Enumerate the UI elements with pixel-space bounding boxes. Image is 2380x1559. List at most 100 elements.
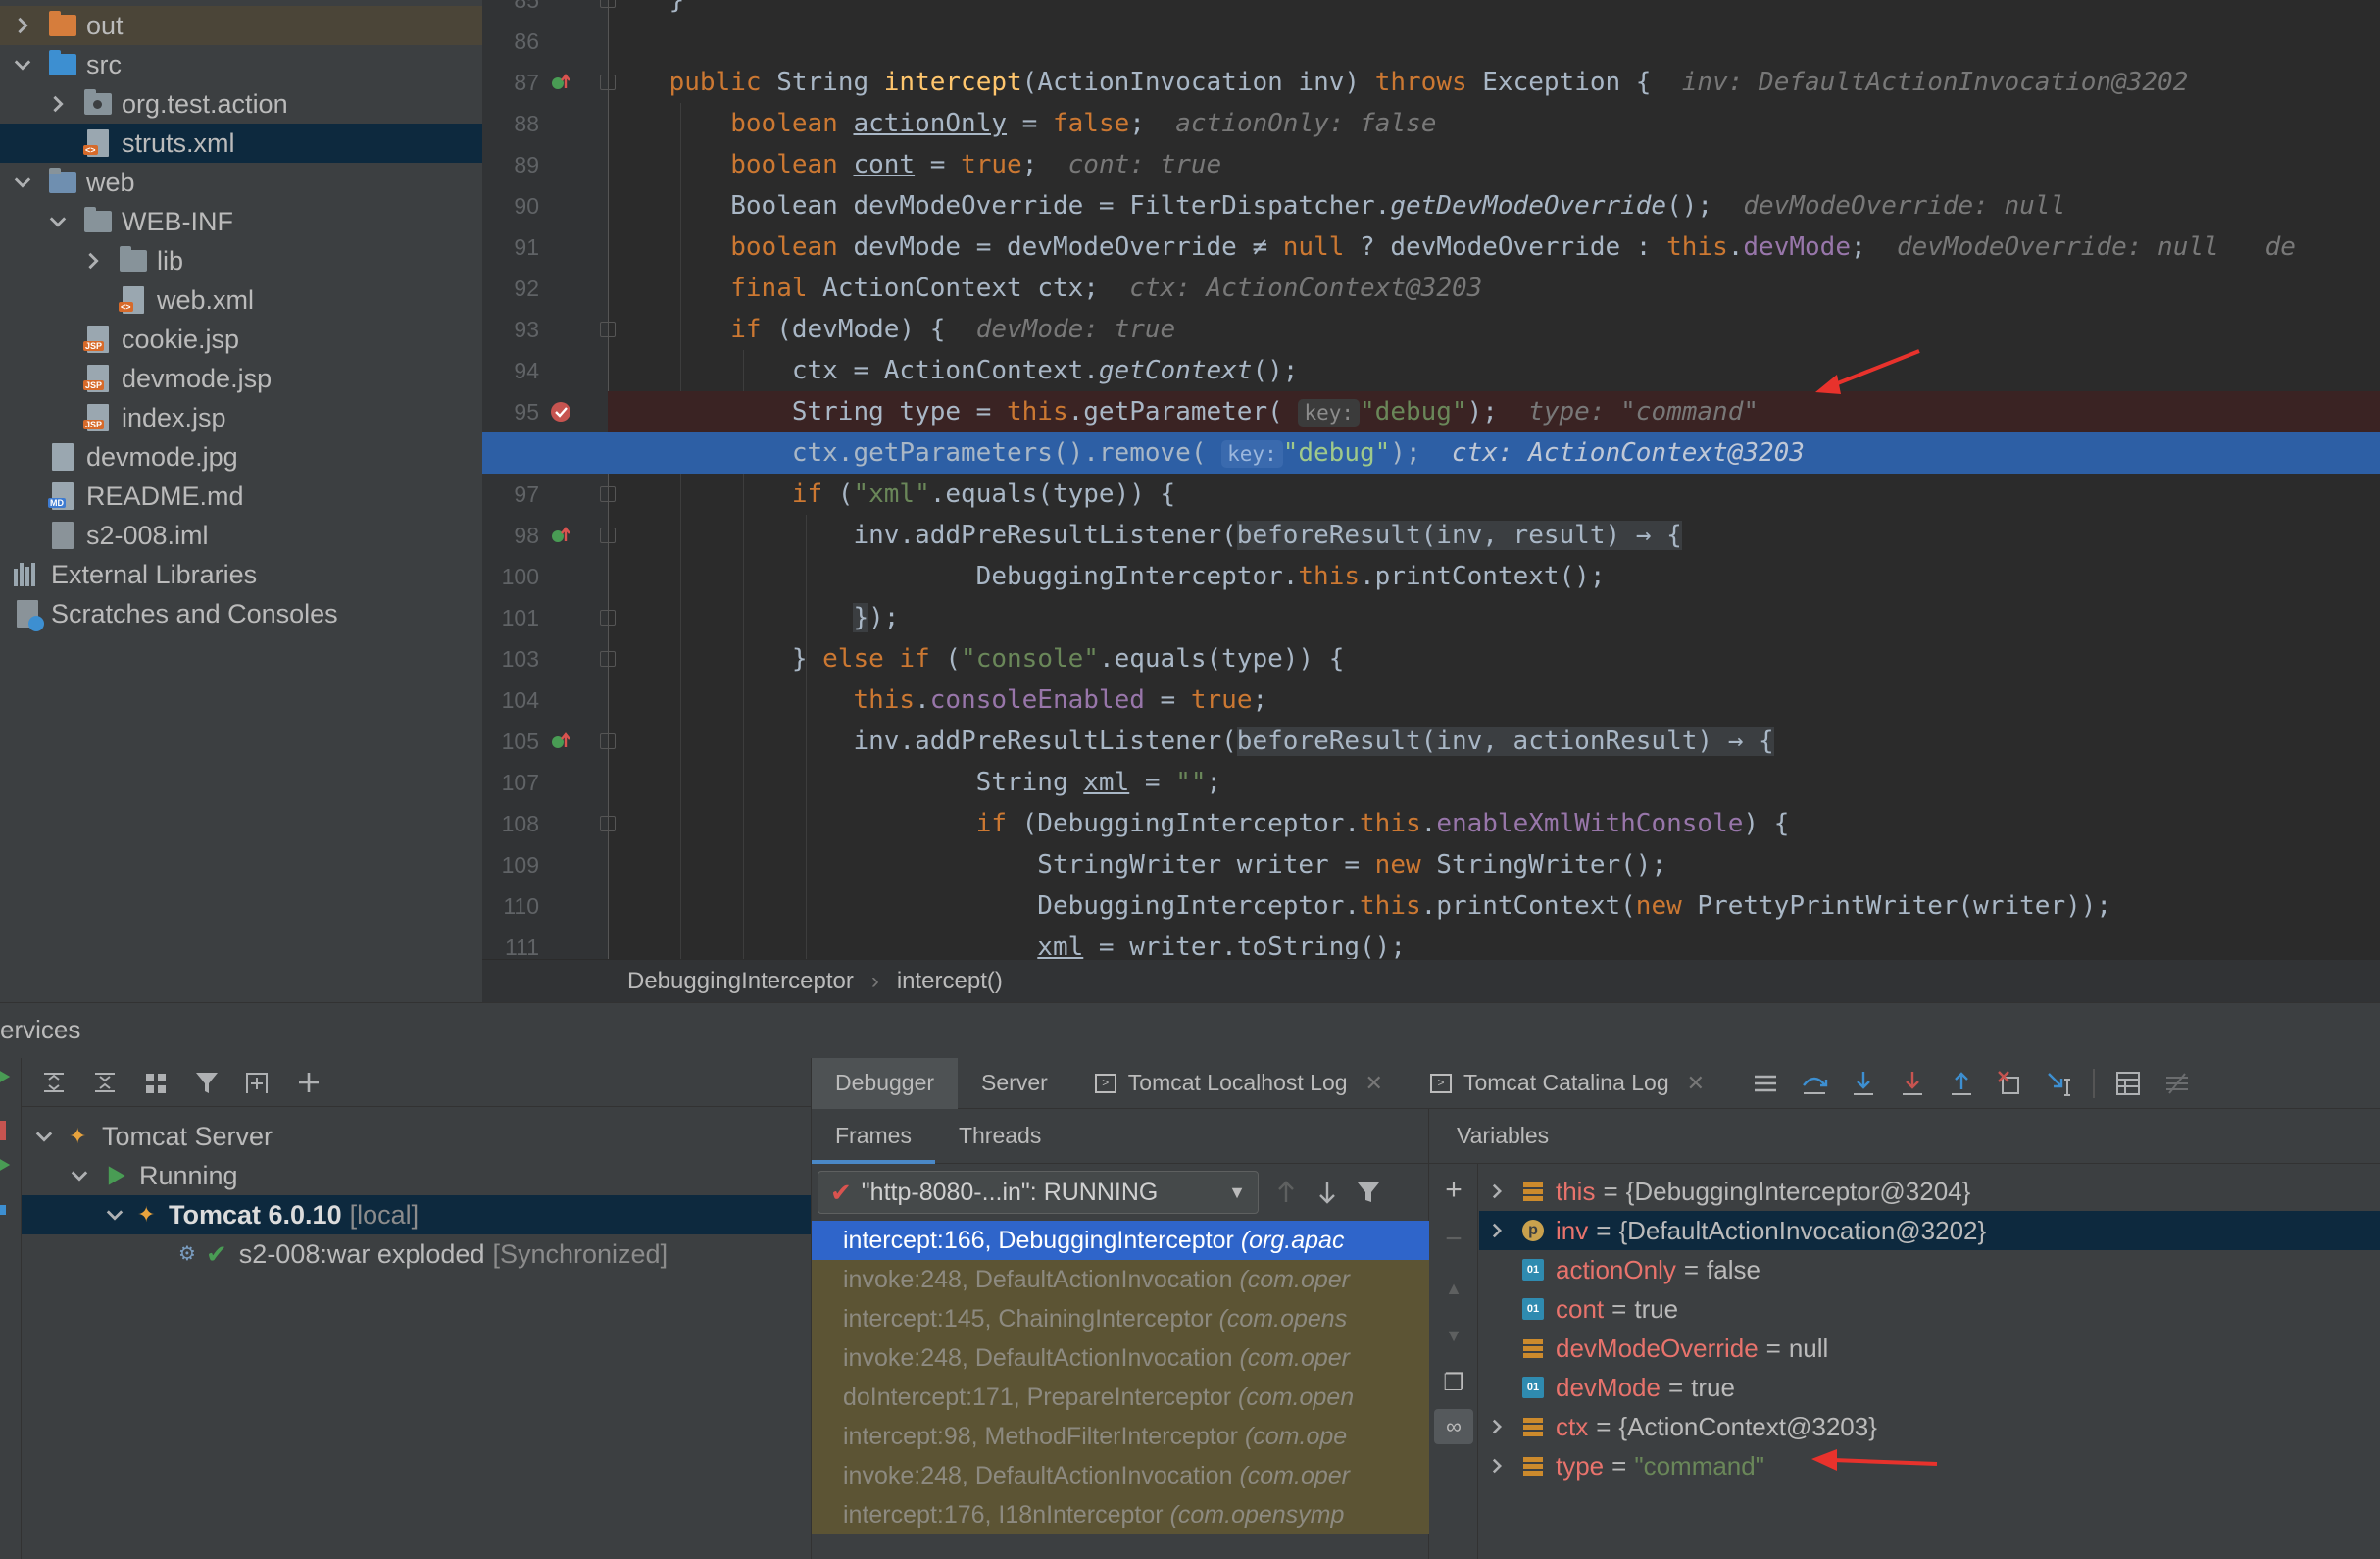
code-line[interactable]: DebuggingInterceptor.this.printContext(n… bbox=[608, 885, 2380, 927]
code-line[interactable]: inv.addPreResultListener(beforeResult(in… bbox=[608, 721, 2380, 762]
tree-item-devmode-jpg[interactable]: devmode.jpg bbox=[0, 437, 482, 477]
code-line[interactable]: }); bbox=[608, 597, 2380, 638]
code-line[interactable]: String xml = ""; bbox=[608, 762, 2380, 803]
breakpoint-icon[interactable] bbox=[549, 400, 572, 424]
lambda-fold[interactable]: beforeResult(inv, actionResult) → { bbox=[1236, 727, 1774, 756]
close-icon[interactable]: ✕ bbox=[1687, 1071, 1705, 1096]
chevron-right-icon[interactable] bbox=[1479, 1419, 1514, 1434]
variable-row[interactable]: type = "command" bbox=[1479, 1446, 2380, 1485]
chevron-down-icon[interactable] bbox=[31, 1124, 57, 1149]
deploy-icon[interactable] bbox=[0, 1205, 6, 1215]
override-icon[interactable] bbox=[549, 729, 572, 753]
variable-row[interactable]: 01 cont = true bbox=[1479, 1289, 2380, 1329]
tab-frames[interactable]: Frames bbox=[812, 1109, 935, 1164]
variable-row[interactable]: devModeOverride = null bbox=[1479, 1329, 2380, 1368]
code-line[interactable]: Boolean devModeOverride = FilterDispatch… bbox=[608, 185, 2380, 226]
chevron-right-icon[interactable] bbox=[80, 248, 106, 274]
tree-item-lib[interactable]: lib bbox=[0, 241, 482, 280]
evaluate-expression-icon[interactable] bbox=[2112, 1068, 2144, 1099]
stack-frame[interactable]: intercept:145, ChainingInterceptor (com.… bbox=[812, 1299, 1429, 1338]
drop-frame-icon[interactable] bbox=[1995, 1068, 2026, 1099]
stack-frame[interactable]: invoke:248, DefaultActionInvocation (com… bbox=[812, 1456, 1429, 1495]
add-service-icon[interactable] bbox=[290, 1064, 327, 1101]
code-line[interactable]: public String intercept(ActionInvocation… bbox=[608, 62, 2380, 103]
code-line[interactable]: DebuggingInterceptor.this.printContext()… bbox=[608, 556, 2380, 597]
force-step-into-icon[interactable] bbox=[1897, 1068, 1928, 1099]
code-line[interactable]: } else if ("console".equals(type)) { bbox=[608, 638, 2380, 679]
copy-icon[interactable]: ❐ bbox=[1439, 1368, 1468, 1397]
stack-frame[interactable]: intercept:176, I18nInterceptor (com.open… bbox=[812, 1495, 1429, 1534]
code-line[interactable]: ctx = ActionContext.getContext(); bbox=[608, 350, 2380, 391]
code-line[interactable]: boolean cont = true; cont: true bbox=[608, 144, 2380, 185]
tree-item-out[interactable]: out bbox=[0, 6, 482, 45]
close-icon[interactable]: ✕ bbox=[1365, 1071, 1383, 1096]
code-line[interactable]: inv.addPreResultListener(beforeResult(in… bbox=[608, 515, 2380, 556]
add-watch-icon[interactable]: + bbox=[1439, 1174, 1468, 1206]
chevron-right-icon[interactable] bbox=[1479, 1223, 1514, 1238]
lambda-fold[interactable]: beforeResult(inv, result) → { bbox=[1236, 521, 1682, 550]
code-line[interactable]: StringWriter writer = new StringWriter()… bbox=[608, 844, 2380, 885]
filter-icon[interactable] bbox=[188, 1064, 225, 1101]
code-line[interactable]: this.consoleEnabled = true; bbox=[608, 679, 2380, 721]
debug-icon[interactable] bbox=[0, 1156, 12, 1174]
step-out-icon[interactable] bbox=[1946, 1068, 1977, 1099]
service-running[interactable]: Running bbox=[22, 1156, 812, 1195]
trace-icon[interactable] bbox=[2161, 1068, 2193, 1099]
filter-icon[interactable] bbox=[1355, 1179, 1382, 1206]
variable-row[interactable]: this = {DebuggingInterceptor@3204} bbox=[1479, 1172, 2380, 1211]
tree-item-readme-md[interactable]: MD README.md bbox=[0, 477, 482, 516]
variable-row[interactable]: ctx = {ActionContext@3203} bbox=[1479, 1407, 2380, 1446]
chevron-down-icon[interactable] bbox=[67, 1163, 92, 1188]
stack-frame[interactable]: doIntercept:171, PrepareInterceptor (com… bbox=[812, 1378, 1429, 1417]
move-down-icon[interactable]: ▼ bbox=[1439, 1321, 1468, 1350]
tree-item-index-jsp[interactable]: JSP index.jsp bbox=[0, 398, 482, 437]
chevron-down-icon[interactable] bbox=[102, 1202, 127, 1228]
breadcrumb-method[interactable]: intercept() bbox=[897, 968, 1003, 995]
chevron-right-icon[interactable] bbox=[1479, 1183, 1514, 1199]
override-icon[interactable] bbox=[549, 524, 572, 547]
editor-gutter[interactable]: 85 86 87 88 89 90 91 92 93 94 95 96 97 9… bbox=[482, 0, 616, 959]
code-line[interactable]: if (DebuggingInterceptor.this.enableXmlW… bbox=[608, 803, 2380, 844]
variable-row[interactable]: 01 devMode = true bbox=[1479, 1368, 2380, 1407]
arrow-up-icon[interactable] bbox=[1272, 1179, 1300, 1206]
tab-debugger[interactable]: Debugger bbox=[812, 1057, 959, 1109]
rerun-icon[interactable] bbox=[0, 1068, 12, 1085]
thread-dropdown[interactable]: ✔ "http-8080-...in": RUNNING ▼ bbox=[818, 1171, 1259, 1214]
stack-frame[interactable]: intercept:166, DebuggingInterceptor (org… bbox=[812, 1221, 1429, 1260]
service-artifact[interactable]: ⚙ ✔ s2-008:war exploded [Synchronized] bbox=[22, 1234, 812, 1274]
tree-item-web-inf[interactable]: WEB-INF bbox=[0, 202, 482, 241]
code-line[interactable]: if (devMode) { devMode: true bbox=[608, 309, 2380, 350]
stack-frame[interactable]: invoke:248, DefaultActionInvocation (com… bbox=[812, 1260, 1429, 1299]
remove-watch-icon[interactable]: − bbox=[1439, 1223, 1468, 1255]
chevron-down-icon[interactable] bbox=[10, 52, 35, 77]
tree-item-scratches[interactable]: Scratches and Consoles bbox=[0, 594, 482, 633]
override-icon[interactable] bbox=[549, 71, 572, 94]
run-to-cursor-icon[interactable] bbox=[2044, 1068, 2075, 1099]
chevron-right-icon[interactable] bbox=[1479, 1458, 1514, 1474]
tree-item-cookie-jsp[interactable]: JSP cookie.jsp bbox=[0, 320, 482, 359]
tab-tomcat-localhost-log[interactable]: > Tomcat Localhost Log ✕ bbox=[1071, 1058, 1407, 1109]
stack-frame[interactable]: intercept:98, MethodFilterInterceptor (c… bbox=[812, 1417, 1429, 1456]
code-line[interactable]: final ActionContext ctx; ctx: ActionCont… bbox=[608, 268, 2380, 309]
stack-frame[interactable]: invoke:248, DefaultActionInvocation (com… bbox=[812, 1338, 1429, 1378]
tree-item-devmode-jsp[interactable]: JSP devmode.jsp bbox=[0, 359, 482, 398]
step-over-icon[interactable] bbox=[1799, 1068, 1830, 1099]
tab-tomcat-catalina-log[interactable]: > Tomcat Catalina Log ✕ bbox=[1407, 1058, 1728, 1109]
code-line[interactable] bbox=[608, 21, 2380, 62]
code-line[interactable]: boolean actionOnly = false; actionOnly: … bbox=[608, 103, 2380, 144]
collapse-all-icon[interactable] bbox=[86, 1064, 124, 1101]
code-line[interactable]: xml = writer.toString(); bbox=[608, 927, 2380, 959]
tree-item-external-libraries[interactable]: External Libraries bbox=[0, 555, 482, 594]
execution-point-line[interactable]: ctx.getParameters().remove( key: "debug")… bbox=[482, 432, 2380, 474]
tab-threads[interactable]: Threads bbox=[935, 1109, 1065, 1164]
tree-item-src[interactable]: src bbox=[0, 45, 482, 84]
service-tomcat-instance[interactable]: ✦ Tomcat 6.0.10 [local] bbox=[22, 1195, 812, 1234]
show-execution-point-icon[interactable] bbox=[1750, 1068, 1781, 1099]
breadcrumb-class[interactable]: DebuggingInterceptor bbox=[627, 968, 854, 995]
arrow-down-icon[interactable] bbox=[1314, 1179, 1341, 1206]
tree-item-web[interactable]: web bbox=[0, 163, 482, 202]
code-line[interactable]: } bbox=[608, 0, 2380, 21]
code-editor[interactable]: 85 86 87 88 89 90 91 92 93 94 95 96 97 9… bbox=[482, 0, 2380, 959]
group-by-icon[interactable] bbox=[137, 1064, 174, 1101]
variable-row[interactable]: 01 actionOnly = false bbox=[1479, 1250, 2380, 1289]
